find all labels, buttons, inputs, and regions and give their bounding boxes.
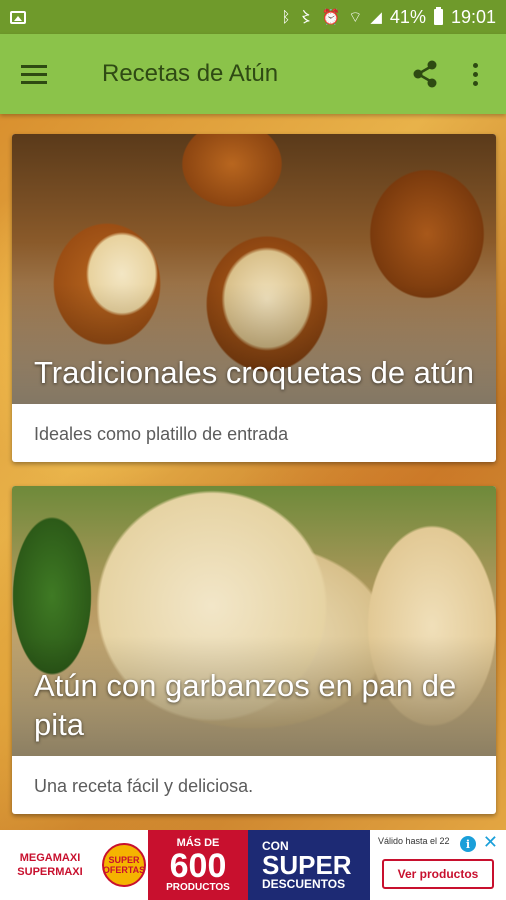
ad-badge: SUPER OFERTAS xyxy=(100,830,148,900)
clock: 19:01 xyxy=(450,6,496,27)
recipe-subtitle: Una receta fácil y deliciosa. xyxy=(34,776,254,796)
recipe-title: Atún con garbanzos en pan de pita xyxy=(34,668,457,742)
page-title: Recetas de Atún xyxy=(102,60,279,87)
ad-cta-area: Válido hasta el 22 i ✕ Ver productos xyxy=(370,830,506,900)
signal-icon: ◢ xyxy=(370,7,382,26)
status-bar: ᛒ 〻 ⏰ ⌔ ◢ 41% 19:01 xyxy=(0,0,506,34)
ad-banner[interactable]: MEGAMAXI SUPERMAXI SUPER OFERTAS MÁS DE … xyxy=(0,830,506,900)
ad-products: PRODUCTOS xyxy=(166,881,230,893)
ad-discounts: DESCUENTOS xyxy=(262,877,346,891)
more-vert-icon[interactable] xyxy=(450,34,500,114)
wifi-icon: ⌔ xyxy=(348,7,363,26)
share-icon[interactable] xyxy=(400,34,450,114)
recipe-image: Tradicionales croquetas de atún xyxy=(12,134,496,404)
recipe-title: Tradicionales croquetas de atún xyxy=(34,355,475,390)
recipe-image: Atún con garbanzos en pan de pita xyxy=(12,486,496,756)
ad-brand-line2: SUPERMAXI xyxy=(17,866,83,878)
recipe-list: Tradicionales croquetas de atún Ideales … xyxy=(0,114,506,830)
battery-percent: 41% xyxy=(389,6,426,27)
ad-super: SUPER xyxy=(262,850,352,880)
recipe-subtitle: Ideales como platillo de entrada xyxy=(34,424,289,444)
vibrate-icon: 〻 xyxy=(298,7,314,26)
ad-cta-button[interactable]: Ver productos xyxy=(381,859,495,889)
alarm-icon: ⏰ xyxy=(321,7,341,26)
ad-brand-line1: MEGAMAXI xyxy=(19,852,81,864)
ad-valid-text: Válido hasta el 22 xyxy=(378,836,450,846)
app-bar: Recetas de Atún xyxy=(0,34,506,114)
ad-count: 600 xyxy=(169,846,227,885)
ad-brand-logo: MEGAMAXI SUPERMAXI xyxy=(0,830,100,900)
menu-icon[interactable] xyxy=(4,34,64,114)
bluetooth-icon: ᛒ xyxy=(281,7,291,26)
ad-info-icon[interactable]: i xyxy=(460,836,476,852)
image-icon xyxy=(10,10,26,24)
recipe-card[interactable]: Tradicionales croquetas de atún Ideales … xyxy=(12,134,496,462)
recipe-card[interactable]: Atún con garbanzos en pan de pita Una re… xyxy=(12,486,496,814)
ad-badge-text: SUPER OFERTAS xyxy=(102,843,146,887)
battery-icon xyxy=(433,7,443,25)
ad-count-panel: MÁS DE 600 PRODUCTOS xyxy=(148,830,248,900)
ad-discount-panel: CON SUPER DESCUENTOS xyxy=(248,830,370,900)
ad-close-icon[interactable]: ✕ xyxy=(483,834,498,852)
